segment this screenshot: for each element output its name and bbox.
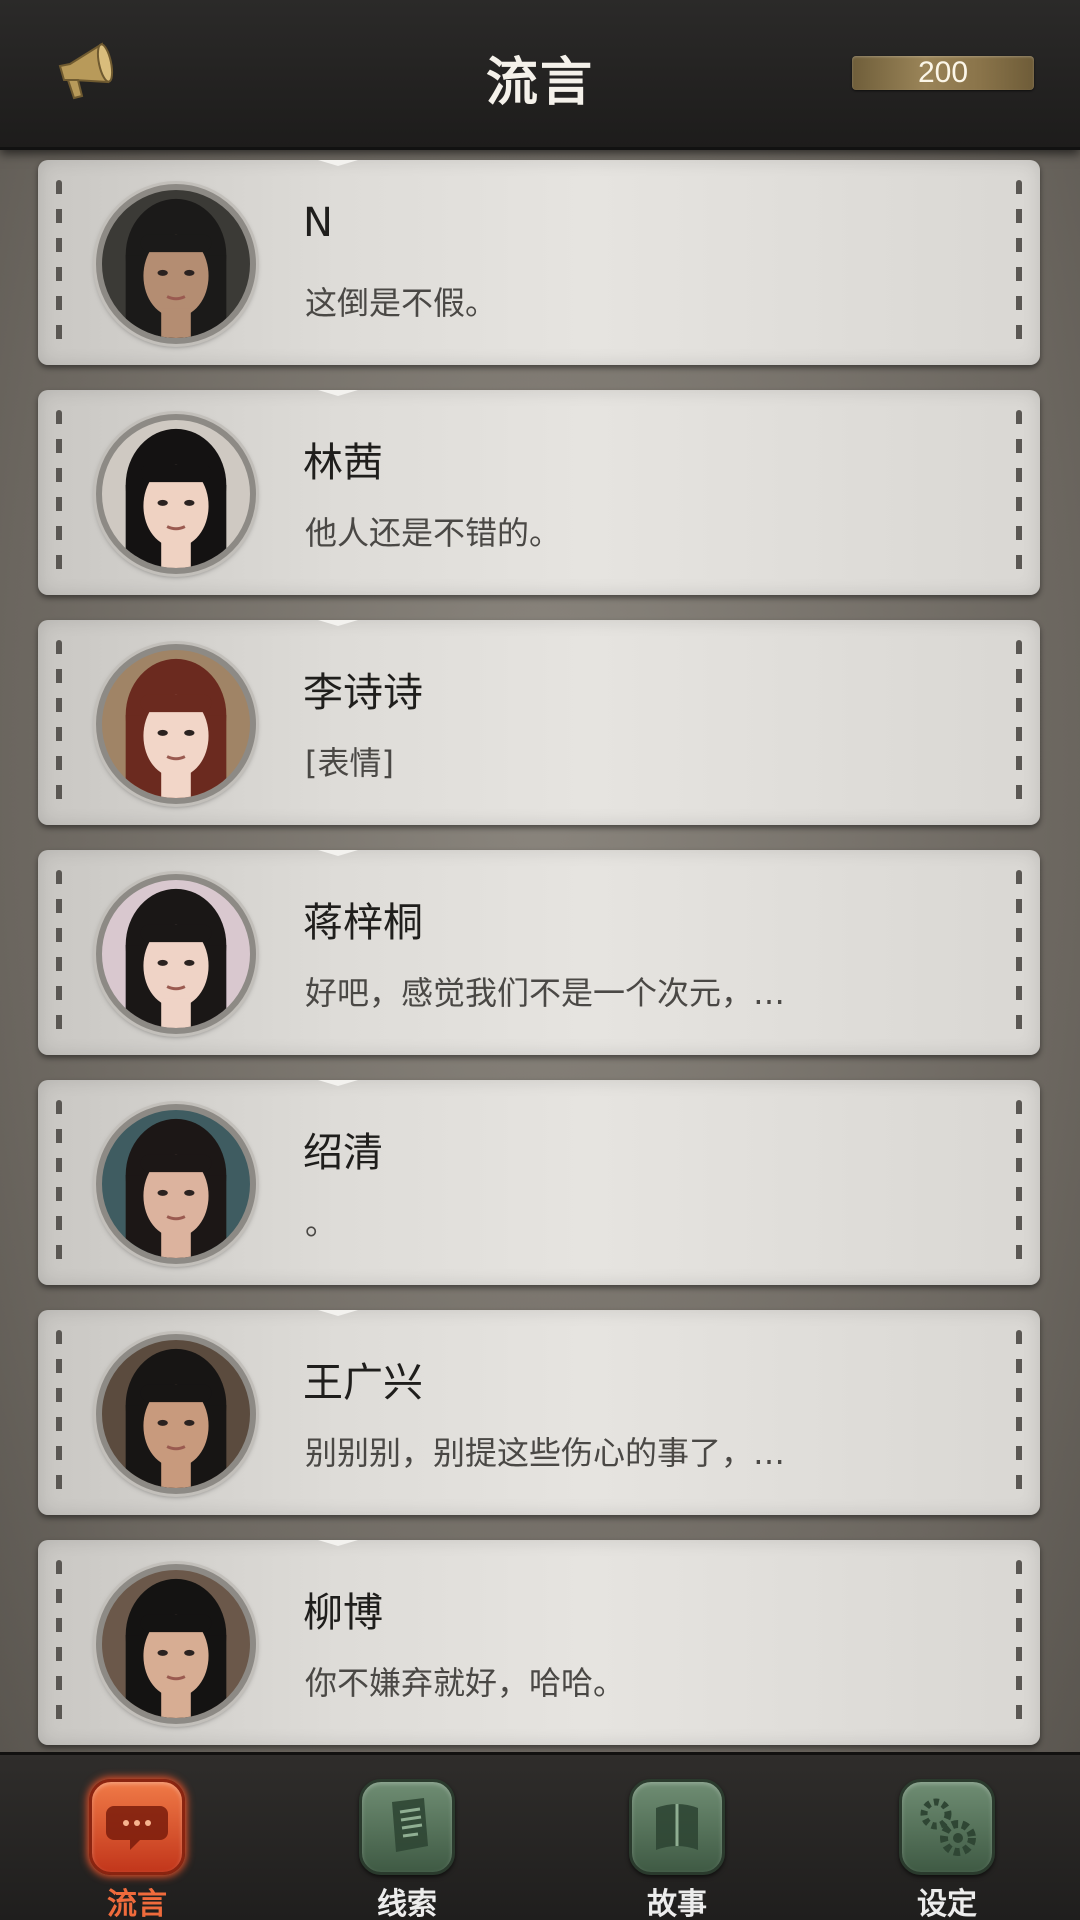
avatar-portrait xyxy=(125,1578,227,1718)
avatar-portrait xyxy=(125,1348,227,1488)
card-stitch-left xyxy=(56,640,62,805)
tab-label: 线索 xyxy=(377,1887,437,1920)
message-preview: 这倒是不假。 xyxy=(305,284,498,322)
bottom-nav: 流言 线索 故事 设定 xyxy=(0,1752,1080,1920)
avatar[interactable] xyxy=(96,644,256,804)
clue-papers-icon xyxy=(359,1779,455,1875)
contact-name: 蒋梓桐 xyxy=(303,900,423,946)
avatar[interactable] xyxy=(96,1104,256,1264)
contact-name: 林茜 xyxy=(303,440,383,486)
avatar[interactable] xyxy=(96,1564,256,1724)
top-bar: 流言 200 xyxy=(0,0,1080,150)
message-preview: 你不嫌弃就好，哈哈。 xyxy=(305,1664,626,1702)
avatar[interactable] xyxy=(96,874,256,1034)
message-preview: 他人还是不错的。 xyxy=(305,514,562,552)
contact-name: 王广兴 xyxy=(303,1360,423,1406)
contact-name: 柳博 xyxy=(303,1590,383,1636)
card-stitch-left xyxy=(56,870,62,1035)
card-stitch-right xyxy=(1016,1330,1022,1495)
message-card[interactable]: 李诗诗 [表情] xyxy=(38,620,1040,825)
tab-settings[interactable]: 设定 xyxy=(892,1779,1002,1920)
card-stitch-right xyxy=(1016,870,1022,1035)
message-card[interactable]: 王广兴 别别别，别提这些伤心的事了，… xyxy=(38,1310,1040,1515)
story-book-icon xyxy=(629,1779,725,1875)
tab-clues[interactable]: 线索 xyxy=(352,1779,462,1920)
message-card[interactable]: 绍清 。 xyxy=(38,1080,1040,1285)
card-stitch-left xyxy=(56,1560,62,1725)
card-stitch-left xyxy=(56,1330,62,1495)
avatar-portrait xyxy=(125,658,227,798)
card-stitch-right xyxy=(1016,640,1022,805)
coin-balance: 200 xyxy=(852,56,1034,90)
card-stitch-right xyxy=(1016,180,1022,345)
contact-name: N xyxy=(303,200,333,246)
card-stitch-left xyxy=(56,410,62,575)
message-card[interactable]: 林茜 他人还是不错的。 xyxy=(38,390,1040,595)
message-card[interactable]: N 这倒是不假。 xyxy=(38,160,1040,365)
tab-story[interactable]: 故事 xyxy=(622,1779,732,1920)
card-stitch-right xyxy=(1016,1560,1022,1725)
card-stitch-right xyxy=(1016,1100,1022,1265)
message-preview: 。 xyxy=(305,1204,338,1242)
tab-rumors[interactable]: 流言 xyxy=(82,1779,192,1920)
contact-name: 绍清 xyxy=(303,1130,383,1176)
tab-label: 设定 xyxy=(917,1887,977,1920)
message-card[interactable]: 柳博 你不嫌弃就好，哈哈。 xyxy=(38,1540,1040,1745)
settings-gear-icon xyxy=(899,1779,995,1875)
message-card[interactable]: 蒋梓桐 好吧，感觉我们不是一个次元，… xyxy=(38,850,1040,1055)
contact-name: 李诗诗 xyxy=(303,670,423,716)
avatar[interactable] xyxy=(96,1334,256,1494)
message-preview: 好吧，感觉我们不是一个次元，… xyxy=(305,974,786,1012)
card-stitch-right xyxy=(1016,410,1022,575)
chat-bubble-icon xyxy=(89,1779,185,1875)
message-preview: 别别别，别提这些伤心的事了，… xyxy=(305,1434,786,1472)
card-stitch-left xyxy=(56,1100,62,1265)
avatar-portrait xyxy=(125,1118,227,1258)
avatar-portrait xyxy=(125,888,227,1028)
message-preview: [表情] xyxy=(305,744,394,782)
avatar[interactable] xyxy=(96,414,256,574)
card-stitch-left xyxy=(56,180,62,345)
avatar-portrait xyxy=(125,198,227,338)
avatar[interactable] xyxy=(96,184,256,344)
message-list: N 这倒是不假。 林茜 他人还是不错的。 李诗诗 [表情] 蒋梓桐 好吧，感觉我… xyxy=(38,160,1040,1770)
avatar-portrait xyxy=(125,428,227,568)
tab-label: 流言 xyxy=(107,1887,167,1920)
tab-label: 故事 xyxy=(647,1887,707,1920)
